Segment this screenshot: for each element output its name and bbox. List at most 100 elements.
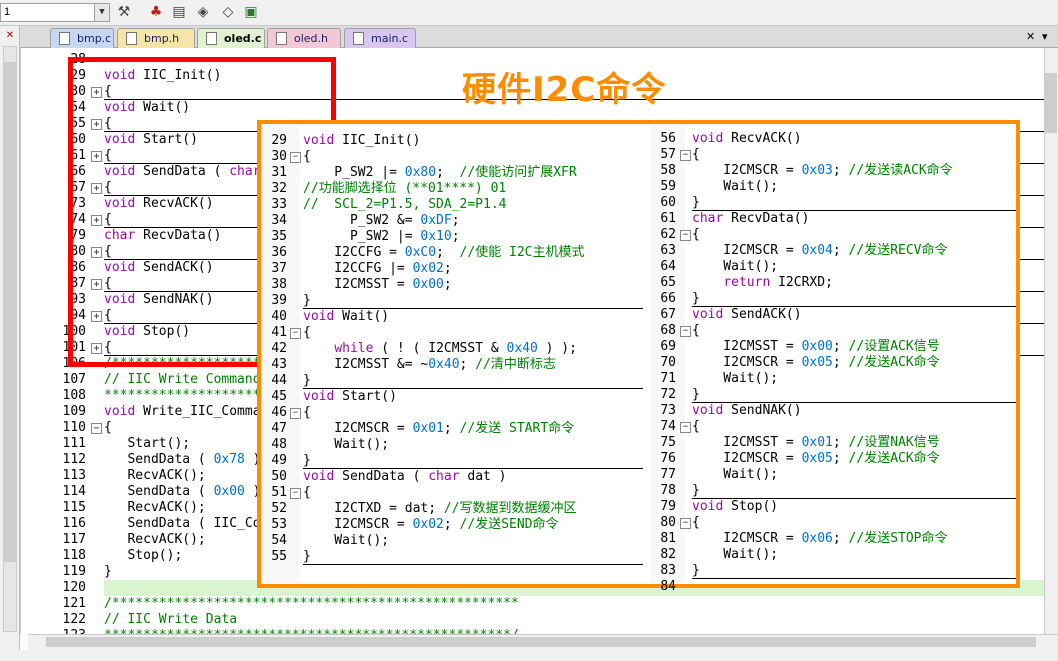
code-line[interactable]: void SendACK() bbox=[692, 307, 802, 323]
code-line[interactable]: I2CCFG |= 0x02; bbox=[303, 261, 451, 277]
code-line[interactable]: Wait(); bbox=[692, 259, 778, 275]
code-line[interactable]: P_SW2 &= 0xDF; bbox=[303, 213, 460, 229]
cube-icon[interactable]: ▣ bbox=[242, 3, 260, 21]
code-line[interactable]: } bbox=[692, 195, 700, 211]
code-line[interactable]: Wait(); bbox=[692, 371, 778, 387]
panel-scroll-thumb[interactable] bbox=[4, 62, 16, 562]
close-icon[interactable]: ✕ bbox=[3, 30, 17, 42]
tab-oled-h[interactable]: oled.h bbox=[267, 28, 341, 48]
code-line[interactable]: while ( ! ( I2CMSST & 0x40 ) ); bbox=[303, 341, 577, 357]
code-line[interactable]: I2CMSCR = 0x02; //发送SEND命令 bbox=[303, 517, 558, 533]
line-number: 78 bbox=[660, 483, 676, 498]
close-icon[interactable]: ✕ bbox=[1026, 30, 1038, 44]
code-line[interactable]: { bbox=[692, 515, 700, 531]
code-line[interactable]: } bbox=[303, 293, 311, 309]
fold-collapse-icon[interactable]: − bbox=[680, 422, 691, 433]
code-line[interactable]: P_SW2 |= 0x10; bbox=[303, 229, 460, 245]
code-line[interactable]: { bbox=[692, 419, 700, 435]
code-line[interactable]: RecvACK(); bbox=[104, 532, 205, 548]
line-number: 42 bbox=[271, 341, 287, 356]
code-line[interactable]: I2CMSCR = 0x05; //发送ACK命令 bbox=[692, 355, 939, 371]
target-icon[interactable]: ◈ bbox=[194, 3, 212, 21]
code-line[interactable]: return I2CRXD; bbox=[692, 275, 833, 291]
fold-collapse-icon[interactable]: − bbox=[91, 423, 102, 434]
code-line[interactable]: { bbox=[303, 485, 311, 501]
code-line[interactable]: SendData ( 0x78 ); bbox=[104, 452, 268, 468]
code-line[interactable]: { bbox=[692, 147, 700, 163]
chevron-down-icon[interactable]: ▾ bbox=[1042, 30, 1054, 44]
horizontal-scroll-thumb[interactable] bbox=[46, 637, 1036, 647]
code-line[interactable]: I2CMSST = 0x00; //设置ACK信号 bbox=[692, 339, 939, 355]
code-line[interactable]: I2CMSST = 0x00; bbox=[303, 277, 451, 293]
code-line[interactable]: /***************************************… bbox=[104, 596, 519, 612]
fold-collapse-icon[interactable]: − bbox=[680, 326, 691, 337]
code-line[interactable]: { bbox=[303, 149, 311, 165]
code-line[interactable]: I2CTXD = dat; //写数据到数据缓冲区 bbox=[303, 501, 576, 517]
fold-collapse-icon[interactable]: − bbox=[290, 152, 301, 163]
code-line[interactable]: } bbox=[303, 453, 311, 469]
code-line[interactable]: Stop(); bbox=[104, 548, 182, 564]
code-line[interactable]: void SendData ( char dat ) bbox=[303, 469, 507, 485]
code-line[interactable]: } bbox=[303, 549, 311, 565]
code-line[interactable]: } bbox=[303, 373, 311, 389]
code-line[interactable]: void Start() bbox=[303, 389, 397, 405]
code-line[interactable]: { bbox=[104, 420, 112, 436]
code-line[interactable]: } bbox=[692, 291, 700, 307]
tab-bmp-c[interactable]: bmp.c bbox=[50, 28, 114, 48]
code-line[interactable]: { bbox=[692, 227, 700, 243]
code-line[interactable]: void IIC_Init() bbox=[303, 133, 420, 149]
code-line[interactable]: { bbox=[692, 323, 700, 339]
code-line[interactable]: Wait(); bbox=[692, 467, 778, 483]
vertical-scroll-thumb[interactable] bbox=[1045, 73, 1057, 133]
code-line[interactable]: } bbox=[692, 483, 700, 499]
line-number: 43 bbox=[271, 357, 287, 372]
code-line[interactable]: I2CMSCR = 0x05; //发送ACK命令 bbox=[692, 451, 939, 467]
wand-icon[interactable]: ⚒ bbox=[115, 3, 133, 21]
fold-collapse-icon[interactable]: − bbox=[680, 518, 691, 529]
code-line[interactable]: I2CMSST &= ~0x40; //清中断标志 bbox=[303, 357, 556, 373]
tab-main-c[interactable]: main.c bbox=[344, 28, 416, 48]
code-line[interactable]: void RecvACK() bbox=[692, 131, 802, 147]
code-line[interactable]: Wait(); bbox=[692, 547, 778, 563]
line-number: 119 bbox=[62, 564, 86, 579]
fold-collapse-icon[interactable]: − bbox=[290, 328, 301, 339]
code-line[interactable]: RecvACK(); bbox=[104, 500, 205, 516]
code-line[interactable]: SendData ( 0x00 ); bbox=[104, 484, 268, 500]
code-line[interactable]: I2CMSST = 0x01; //设置NAK信号 bbox=[692, 435, 939, 451]
chevron-down-icon[interactable]: ▼ bbox=[94, 4, 109, 21]
tab-oled-c[interactable]: oled.c bbox=[197, 28, 265, 48]
code-line[interactable]: { bbox=[303, 325, 311, 341]
code-line[interactable]: void Stop() bbox=[692, 499, 778, 515]
tab-bmp-h[interactable]: bmp.h bbox=[117, 28, 195, 48]
code-line[interactable]: I2CCFG = 0xC0; //使能 I2C主机模式 bbox=[303, 245, 584, 261]
fold-collapse-icon[interactable]: − bbox=[290, 488, 301, 499]
code-line[interactable]: } bbox=[692, 387, 700, 403]
code-line[interactable]: RecvACK(); bbox=[104, 468, 205, 484]
code-line[interactable]: //功能脚选择位 (**01****) 01 bbox=[303, 181, 506, 197]
code-line[interactable]: Start(); bbox=[104, 436, 190, 452]
code-line[interactable]: // SCL_2=P1.5, SDA_2=P1.4 bbox=[303, 197, 507, 213]
download-icon[interactable]: ◇ bbox=[219, 3, 237, 21]
fold-collapse-icon[interactable]: − bbox=[680, 230, 691, 241]
code-line[interactable]: void SendNAK() bbox=[692, 403, 802, 419]
build-icon[interactable]: ♣ bbox=[147, 3, 165, 21]
code-line[interactable]: I2CMSCR = 0x04; //发送RECV命令 bbox=[692, 243, 947, 259]
code-line[interactable]: } bbox=[104, 564, 112, 580]
code-line[interactable]: I2CMSCR = 0x06; //发送STOP命令 bbox=[692, 531, 947, 547]
code-line[interactable]: { bbox=[303, 405, 311, 421]
rebuild-icon[interactable]: ▤ bbox=[170, 3, 188, 21]
code-line[interactable]: } bbox=[692, 563, 700, 579]
code-line[interactable]: Wait(); bbox=[303, 533, 389, 549]
vertical-scrollbar[interactable] bbox=[1044, 48, 1058, 634]
code-line[interactable]: // IIC Write Data bbox=[104, 612, 237, 628]
code-line[interactable]: P_SW2 |= 0x80; //使能访问扩展XFR bbox=[303, 165, 576, 181]
code-line[interactable]: I2CMSCR = 0x03; //发送读ACK命令 bbox=[692, 163, 952, 179]
code-line[interactable]: char RecvData() bbox=[692, 211, 809, 227]
code-line[interactable]: // IIC Write Command bbox=[104, 372, 261, 388]
code-line[interactable]: Wait(); bbox=[692, 179, 778, 195]
fold-collapse-icon[interactable]: − bbox=[290, 408, 301, 419]
code-line[interactable]: I2CMSCR = 0x01; //发送 START命令 bbox=[303, 421, 574, 437]
code-line[interactable]: Wait(); bbox=[303, 437, 389, 453]
fold-collapse-icon[interactable]: − bbox=[680, 150, 691, 161]
code-line[interactable]: void Wait() bbox=[303, 309, 389, 325]
